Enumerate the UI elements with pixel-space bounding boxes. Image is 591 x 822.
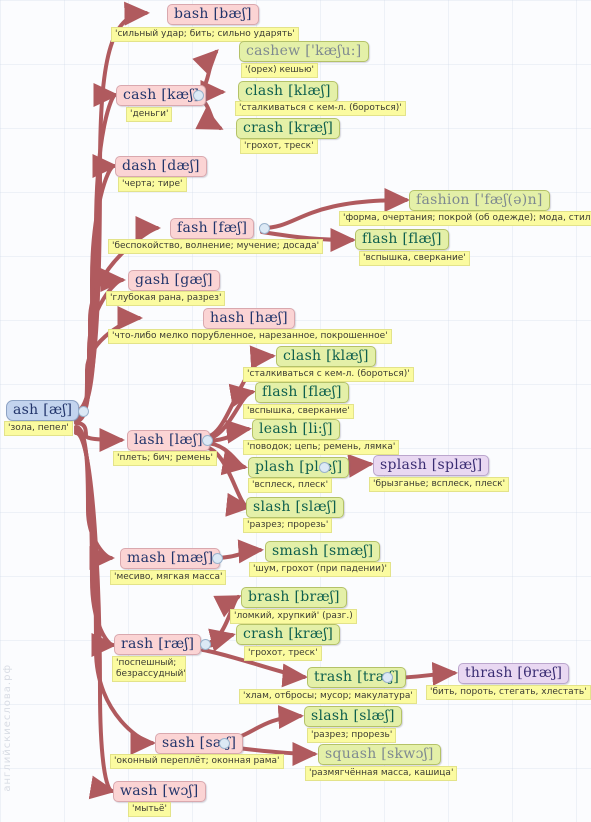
node-label: cash [kæʃ] xyxy=(123,87,200,103)
gloss-sash: 'оконный переплёт; оконная рама' xyxy=(110,754,284,769)
node-rash[interactable]: rash [ræʃ] xyxy=(114,634,202,655)
node-leash[interactable]: leash [li:ʃ] xyxy=(252,419,340,440)
node-label: hash [hæʃ] xyxy=(210,310,288,326)
node-ash[interactable]: ash [æʃ] xyxy=(6,400,80,421)
gloss-ash: 'зола, пепел' xyxy=(4,421,73,436)
gloss-flash-1: 'вспышка, сверкание' xyxy=(359,251,470,266)
node-label: crash [kræʃ] xyxy=(243,120,334,136)
site-watermark: английскиеслова.рф xyxy=(2,664,13,792)
node-gash[interactable]: gash [gæʃ] xyxy=(128,270,220,291)
gloss-cashew: '(орех) кешью' xyxy=(241,63,319,78)
gloss-squash: 'размягчённая масса, кашица' xyxy=(305,766,458,781)
node-label: dash [dæʃ] xyxy=(122,158,200,174)
node-slash-2[interactable]: slash [slæʃ] xyxy=(304,706,402,727)
node-label: cashew ['kæʃu:] xyxy=(246,43,362,59)
node-label: leash [li:ʃ] xyxy=(259,421,333,437)
node-label: gash [gæʃ] xyxy=(135,272,213,288)
node-brash[interactable]: brash [bræʃ] xyxy=(241,587,347,608)
gloss-mash: 'месиво, мягкая масса' xyxy=(110,570,227,585)
node-label: fash [fæʃ] xyxy=(177,220,248,236)
node-fash[interactable]: fash [fæʃ] xyxy=(170,218,255,239)
collapse-knob-plash[interactable] xyxy=(319,462,330,473)
collapse-knob-ash[interactable] xyxy=(78,406,89,417)
node-label: flash [flæʃ] xyxy=(262,384,342,400)
gloss-splash: 'брызганье; всплеск, плеск' xyxy=(369,477,510,492)
gloss-trash: 'хлам, отбросы; мусор; макулатура' xyxy=(239,689,417,704)
gloss-crash-2: 'грохот, треск' xyxy=(244,646,322,661)
gloss-slash-1: 'разрез; прорезь' xyxy=(243,518,333,533)
node-slash-1[interactable]: slash [slæʃ] xyxy=(246,497,344,518)
node-plash[interactable]: plash [plæʃ] xyxy=(248,457,350,478)
gloss-dash: 'черта; тире' xyxy=(118,177,187,192)
node-crash-2[interactable]: crash [kræʃ] xyxy=(236,624,341,645)
node-label: flash [flæʃ] xyxy=(362,231,442,247)
gloss-flash-2: 'вспышка, сверкание' xyxy=(243,404,354,419)
gloss-hash: 'что-либо мелко порубленное, нарезанное,… xyxy=(108,329,392,344)
node-squash[interactable]: squash [skwɔʃ] xyxy=(318,744,441,765)
node-label: fashion ['fæʃ(ə)n] xyxy=(416,192,543,208)
node-bash[interactable]: bash [bæʃ] xyxy=(167,4,259,25)
gloss-smash: 'шум, грохот (при падении)' xyxy=(249,562,391,577)
gloss-plash: 'всплеск, плеск' xyxy=(248,478,333,493)
node-lash[interactable]: lash [læʃ] xyxy=(127,430,210,451)
node-label: mash [mæʃ] xyxy=(127,550,214,566)
gloss-rash: 'поспешный; безрассудный' xyxy=(112,656,186,682)
node-label: squash [skwɔʃ] xyxy=(325,746,434,762)
node-label: bash [bæʃ] xyxy=(174,6,252,22)
node-label: clash [klæʃ] xyxy=(245,83,331,99)
collapse-knob-lash[interactable] xyxy=(202,435,213,446)
node-clash-2[interactable]: clash [klæʃ] xyxy=(276,346,376,367)
node-flash-1[interactable]: flash [flæʃ] xyxy=(355,229,449,250)
node-mash[interactable]: mash [mæʃ] xyxy=(120,548,221,569)
node-label: slash [slæʃ] xyxy=(253,499,337,515)
node-flash-2[interactable]: flash [flæʃ] xyxy=(255,382,349,403)
gloss-cash: 'деньги' xyxy=(126,107,173,122)
node-label: lash [læʃ] xyxy=(134,432,203,448)
collapse-knob-cash[interactable] xyxy=(193,90,204,101)
node-dash[interactable]: dash [dæʃ] xyxy=(115,156,207,177)
gloss-brash: 'ломкий, хрупкий' (разг.) xyxy=(230,609,357,624)
gloss-crash-1: 'грохот, треск' xyxy=(240,139,318,154)
collapse-knob-sash[interactable] xyxy=(219,738,230,749)
node-hash[interactable]: hash [hæʃ] xyxy=(203,308,295,329)
node-label: rash [ræʃ] xyxy=(121,636,195,652)
gloss-gash: 'глубокая рана, разрез' xyxy=(106,291,226,306)
gloss-slash-2: 'разрез; прорезь' xyxy=(307,728,397,743)
node-thrash[interactable]: thrash [θræʃ] xyxy=(458,663,570,684)
gloss-fash: 'беспокойство, волнение; мучение; досада… xyxy=(108,239,324,254)
node-fashion[interactable]: fashion ['fæʃ(ə)n] xyxy=(409,190,550,211)
node-clash-1[interactable]: clash [klæʃ] xyxy=(238,81,338,102)
collapse-knob-fash[interactable] xyxy=(259,223,270,234)
node-label: smash [smæʃ] xyxy=(272,543,374,559)
collapse-knob-mash[interactable] xyxy=(212,553,223,564)
node-label: crash [kræʃ] xyxy=(243,626,334,642)
node-crash-1[interactable]: crash [kræʃ] xyxy=(236,118,341,139)
node-wash[interactable]: wash [wɔʃ] xyxy=(113,781,206,802)
node-splash[interactable]: splash [splæʃ] xyxy=(373,455,490,476)
gloss-leash: 'поводок; цепь; ремень, лямка' xyxy=(243,440,400,455)
gloss-wash: 'мытьё' xyxy=(128,802,171,817)
gloss-fashion: 'форма, очертания; покрой (об одежде); м… xyxy=(339,211,591,226)
node-cashew[interactable]: cashew ['kæʃu:] xyxy=(239,41,369,62)
gloss-thrash: 'бить, пороть, стегать, хлестать' xyxy=(426,685,591,700)
node-label: wash [wɔʃ] xyxy=(120,783,199,799)
gloss-bash: 'сильный удар; бить; сильно ударять' xyxy=(111,27,299,42)
gloss-clash-1: 'сталкиваться с кем-л. (бороться)' xyxy=(235,101,406,116)
node-label: brash [bræʃ] xyxy=(248,589,340,605)
gloss-lash: 'плеть; бич; ремень' xyxy=(113,451,217,466)
node-sash[interactable]: sash [sæʃ] xyxy=(155,733,244,754)
node-label: thrash [θræʃ] xyxy=(465,665,563,681)
node-label: ash [æʃ] xyxy=(13,402,73,418)
collapse-knob-trash[interactable] xyxy=(382,672,393,683)
gloss-clash-2: 'сталкиваться с кем-л. (бороться)' xyxy=(243,367,414,382)
node-label: slash [slæʃ] xyxy=(311,708,395,724)
node-label: splash [splæʃ] xyxy=(380,457,483,473)
collapse-knob-rash[interactable] xyxy=(200,639,211,650)
node-label: clash [klæʃ] xyxy=(283,348,369,364)
node-smash[interactable]: smash [smæʃ] xyxy=(265,541,381,562)
mindmap-canvas: ash [æʃ] 'зола, пепел' bash [bæʃ] 'сильн… xyxy=(0,0,591,822)
